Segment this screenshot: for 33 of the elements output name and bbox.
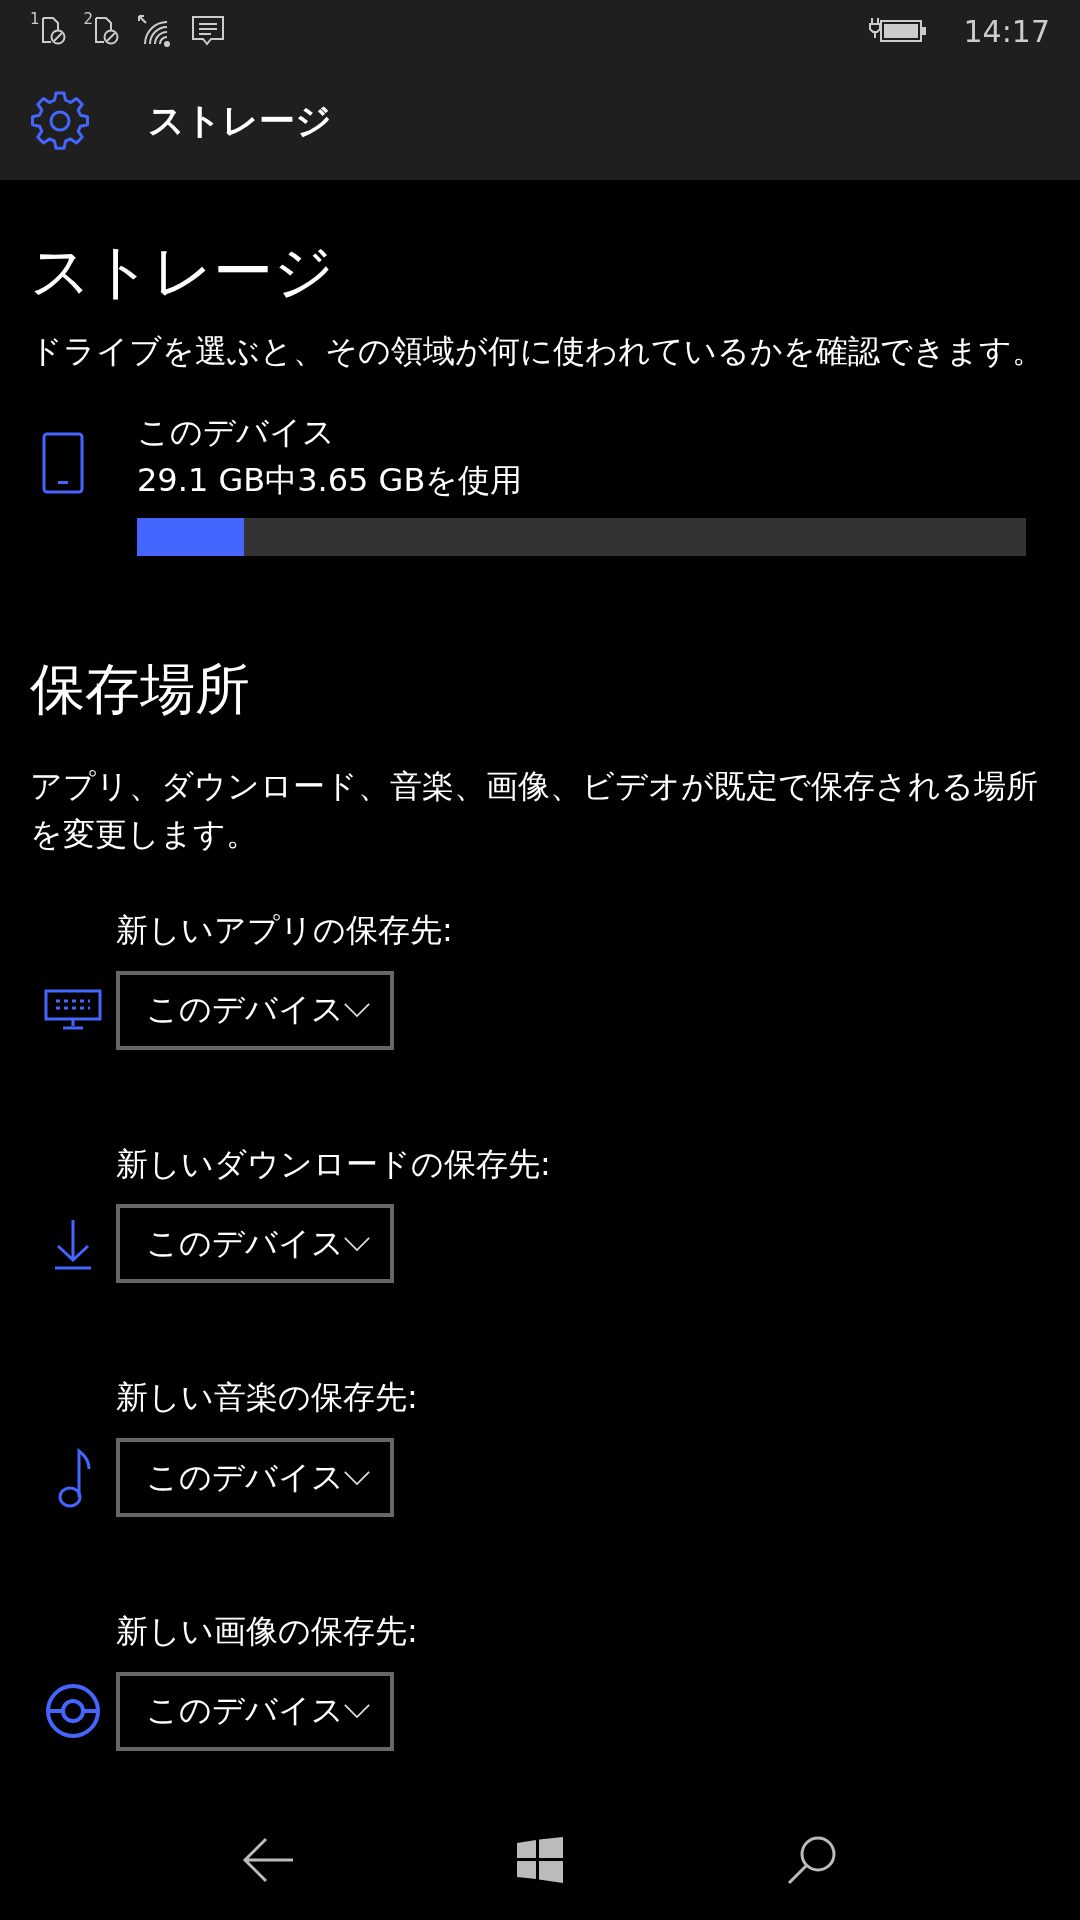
monitor-keyboard-icon: [44, 989, 102, 1032]
location-label: 新しい音楽の保存先:: [116, 1377, 419, 1419]
page-title: ストレージ: [30, 235, 335, 307]
location-label: 新しいダウンロードの保存先:: [116, 1143, 552, 1185]
location-dropdown[interactable]: このデバイス: [116, 970, 394, 1050]
sim-slot-number: 1: [30, 12, 40, 27]
location-label: 新しい画像の保存先:: [116, 1611, 419, 1653]
location-label: 新しいアプリの保存先:: [116, 909, 454, 951]
drive-usage: 29.1 GB中3.65 GBを使用: [137, 459, 524, 501]
section-title: 保存場所: [30, 655, 251, 722]
phone-icon: [42, 431, 84, 494]
page-description: ドライブを選ぶと、その領域が何に使われているかを確認できます。: [30, 331, 1045, 372]
sim-slot-number: 2: [83, 12, 94, 27]
message-icon: [191, 14, 226, 48]
windows-logo-icon[interactable]: [517, 1837, 563, 1883]
chevron-down-icon: [344, 1002, 370, 1019]
chevron-down-icon: [344, 1703, 370, 1720]
drive-item[interactable]: このデバイス 29.1 GB中3.65 GBを使用: [137, 407, 1050, 556]
clock-time: 14:17: [963, 13, 1050, 49]
section-description: アプリ、ダウンロード、音楽、画像、ビデオが既定で保存される場所を変更します。: [30, 765, 1039, 855]
download-icon: [53, 1217, 93, 1270]
drive-name: このデバイス: [137, 411, 336, 453]
location-dropdown[interactable]: このデバイス: [116, 1672, 394, 1751]
sim-card-icon: [39, 16, 66, 46]
back-icon[interactable]: [241, 1837, 294, 1883]
location-dropdown[interactable]: このデバイス: [116, 1438, 394, 1518]
chevron-down-icon: [344, 1469, 370, 1486]
settings-icon: [29, 90, 91, 152]
chevron-down-icon: [344, 1235, 370, 1252]
camera-lens-icon: [45, 1683, 101, 1740]
app-title: ストレージ: [148, 98, 332, 143]
sim-card-icon: [93, 16, 120, 46]
location-dropdown[interactable]: このデバイス: [116, 1204, 394, 1284]
